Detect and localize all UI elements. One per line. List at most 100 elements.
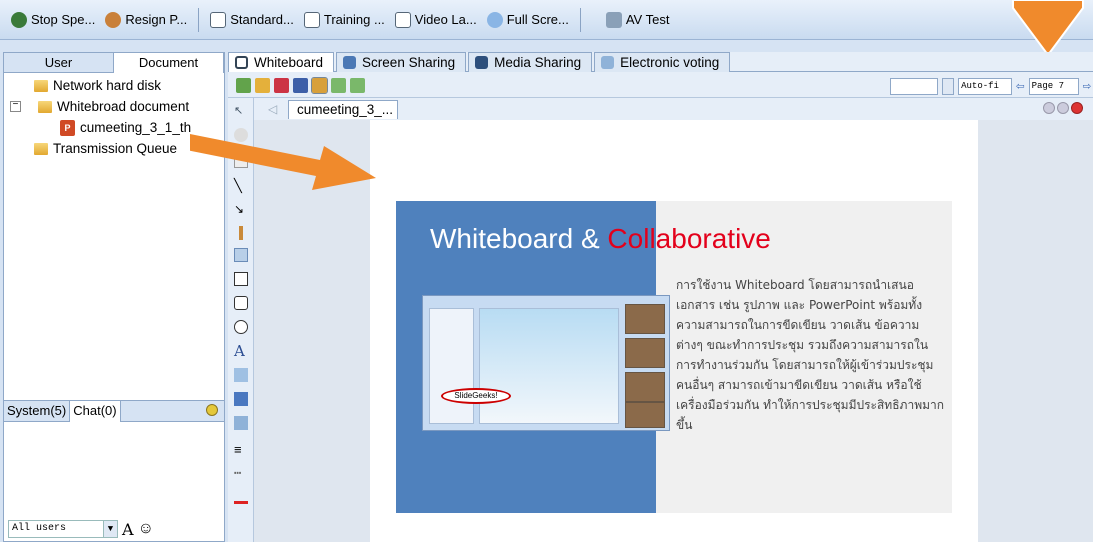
color-picker[interactable] (890, 77, 939, 95)
participant-photo (625, 372, 665, 402)
tab-chat[interactable]: Chat(0) (69, 400, 121, 422)
training-layout-icon (303, 11, 320, 28)
tab-label: Whiteboard (254, 55, 324, 70)
annotation-arrow-right (190, 134, 376, 190)
training-layout-label: Training ... (323, 12, 385, 27)
tab-media-sharing[interactable]: Media Sharing (468, 52, 593, 72)
pencil-icon[interactable] (239, 226, 243, 240)
main-tabs: Whiteboard Screen Sharing Media Sharing … (228, 52, 1093, 72)
screenshot-sidebar (429, 308, 474, 424)
tree-item-label: Transmission Queue (53, 141, 178, 156)
participant-photo (625, 402, 665, 428)
slide-title-rest: ollaborative (627, 223, 771, 254)
zoom-select[interactable]: Auto-fi (958, 77, 1013, 95)
slide-title-part1: Whiteboard & (430, 223, 608, 254)
resign-presenter-label: Resign P... (125, 12, 188, 27)
folder-icon (38, 100, 52, 113)
fullscreen-icon (486, 11, 503, 28)
folder-icon (34, 79, 48, 92)
close-icon[interactable] (1071, 102, 1083, 114)
tab-whiteboard[interactable]: Whiteboard (228, 52, 335, 72)
stop-speaking-button[interactable]: Stop Spe... (6, 7, 100, 33)
standard-layout-button[interactable]: Standard... (205, 7, 299, 33)
ppt-file-icon: P (60, 119, 75, 136)
tab-label: Electronic voting (620, 55, 720, 70)
whiteboard-icon (235, 56, 248, 69)
whiteboard-page: Whiteboard & Collaborative SlideGeeks! ก… (370, 120, 978, 542)
tree-item-label: cumeeting_3_1_th (80, 120, 192, 135)
sync-icon[interactable] (331, 78, 346, 93)
rounded-rectangle-icon[interactable] (234, 296, 248, 310)
pen-color-icon[interactable] (234, 490, 248, 504)
recipient-select[interactable]: All users ▼ (8, 520, 118, 538)
scroll-right-icon[interactable] (1057, 102, 1069, 114)
highlighter-icon[interactable] (234, 248, 248, 262)
snapshot-icon[interactable] (311, 77, 328, 94)
import-ppt-icon[interactable] (274, 78, 289, 93)
tab-document[interactable]: Document (114, 53, 224, 73)
electronic-voting-icon (601, 56, 615, 69)
image-icon[interactable] (234, 368, 248, 382)
standard-layout-label: Standard... (230, 12, 294, 27)
screen-sharing-icon (343, 56, 357, 69)
separator (579, 7, 581, 32)
annotation-arrow-down (1012, 0, 1084, 57)
chevron-down-icon[interactable]: ▼ (103, 521, 117, 537)
sync-all-icon[interactable] (350, 78, 365, 93)
doc-tab-controls (1043, 102, 1083, 114)
open-file-icon[interactable] (255, 78, 270, 93)
tab-user[interactable]: User (4, 53, 114, 73)
scroll-left-icon[interactable] (1043, 102, 1055, 114)
prev-page-icon[interactable]: ⇦ (1016, 78, 1024, 95)
recipient-value: All users (12, 523, 67, 534)
collapse-icon[interactable]: − (10, 101, 21, 112)
participant-photo (625, 338, 665, 368)
page-select[interactable]: Page 7 (1028, 77, 1079, 95)
chat-input-bar: All users ▼ A ☺ (4, 517, 224, 541)
next-page-icon[interactable]: ⇨ (1083, 78, 1091, 95)
tab-electronic-voting[interactable]: Electronic voting (594, 52, 731, 72)
folder-icon (34, 142, 48, 155)
font-button[interactable]: A (122, 520, 134, 539)
slide-title: Whiteboard & Collaborative (430, 223, 771, 255)
training-layout-button[interactable]: Training ... (299, 7, 390, 33)
screenshot-icon[interactable] (234, 416, 248, 430)
standard-layout-icon (210, 11, 227, 28)
av-test-icon (605, 11, 622, 28)
separator (198, 7, 200, 32)
participant-photo (625, 304, 665, 334)
pin-icon[interactable] (206, 404, 218, 416)
slide-screenshot-image: SlideGeeks! (422, 295, 670, 431)
emoji-button[interactable]: ☺ (138, 520, 154, 538)
text-tool-icon[interactable]: A (234, 342, 248, 360)
top-toolbar: Stop Spe... Resign P... Standard... Trai… (0, 0, 1093, 40)
av-test-button[interactable]: AV Test (601, 7, 675, 33)
stop-speaking-icon (11, 11, 27, 28)
media-sharing-icon (475, 56, 489, 69)
screenshot-whiteboard (479, 308, 619, 424)
slide-title-c: C (607, 223, 628, 254)
tab-system[interactable]: System(5) (4, 401, 69, 422)
ellipse-icon[interactable] (234, 320, 248, 334)
new-page-icon[interactable] (236, 78, 251, 93)
page-controls: Auto-fi ⇦ Page 7 ⇨ (890, 76, 1091, 96)
chevron-down-icon[interactable] (942, 77, 955, 95)
save-icon[interactable] (293, 78, 308, 93)
resign-presenter-icon (105, 11, 122, 28)
page-value: Page 7 (1031, 80, 1064, 91)
fullscreen-button[interactable]: Full Scre... (482, 7, 574, 33)
slide: Whiteboard & Collaborative SlideGeeks! ก… (396, 201, 952, 513)
tree-item-label: Network hard disk (53, 78, 162, 93)
whiteboard-toolbar: Auto-fi ⇦ Page 7 ⇨ (228, 74, 1093, 98)
arrow-line-icon[interactable]: ↘ (234, 202, 248, 216)
line-width-icon[interactable]: ≡ (234, 442, 248, 457)
resign-presenter-button[interactable]: Resign P... (100, 7, 192, 33)
tab-label: Screen Sharing (362, 55, 456, 70)
tab-label: Media Sharing (494, 55, 582, 70)
tab-screen-sharing[interactable]: Screen Sharing (336, 52, 467, 72)
tree-item-network-hard-disk[interactable]: Network hard disk (4, 75, 224, 96)
rectangle-icon[interactable] (234, 272, 248, 286)
video-layout-button[interactable]: Video La... (390, 7, 482, 33)
line-style-icon[interactable]: ┅ (234, 466, 248, 480)
stamp-icon[interactable] (234, 392, 248, 406)
